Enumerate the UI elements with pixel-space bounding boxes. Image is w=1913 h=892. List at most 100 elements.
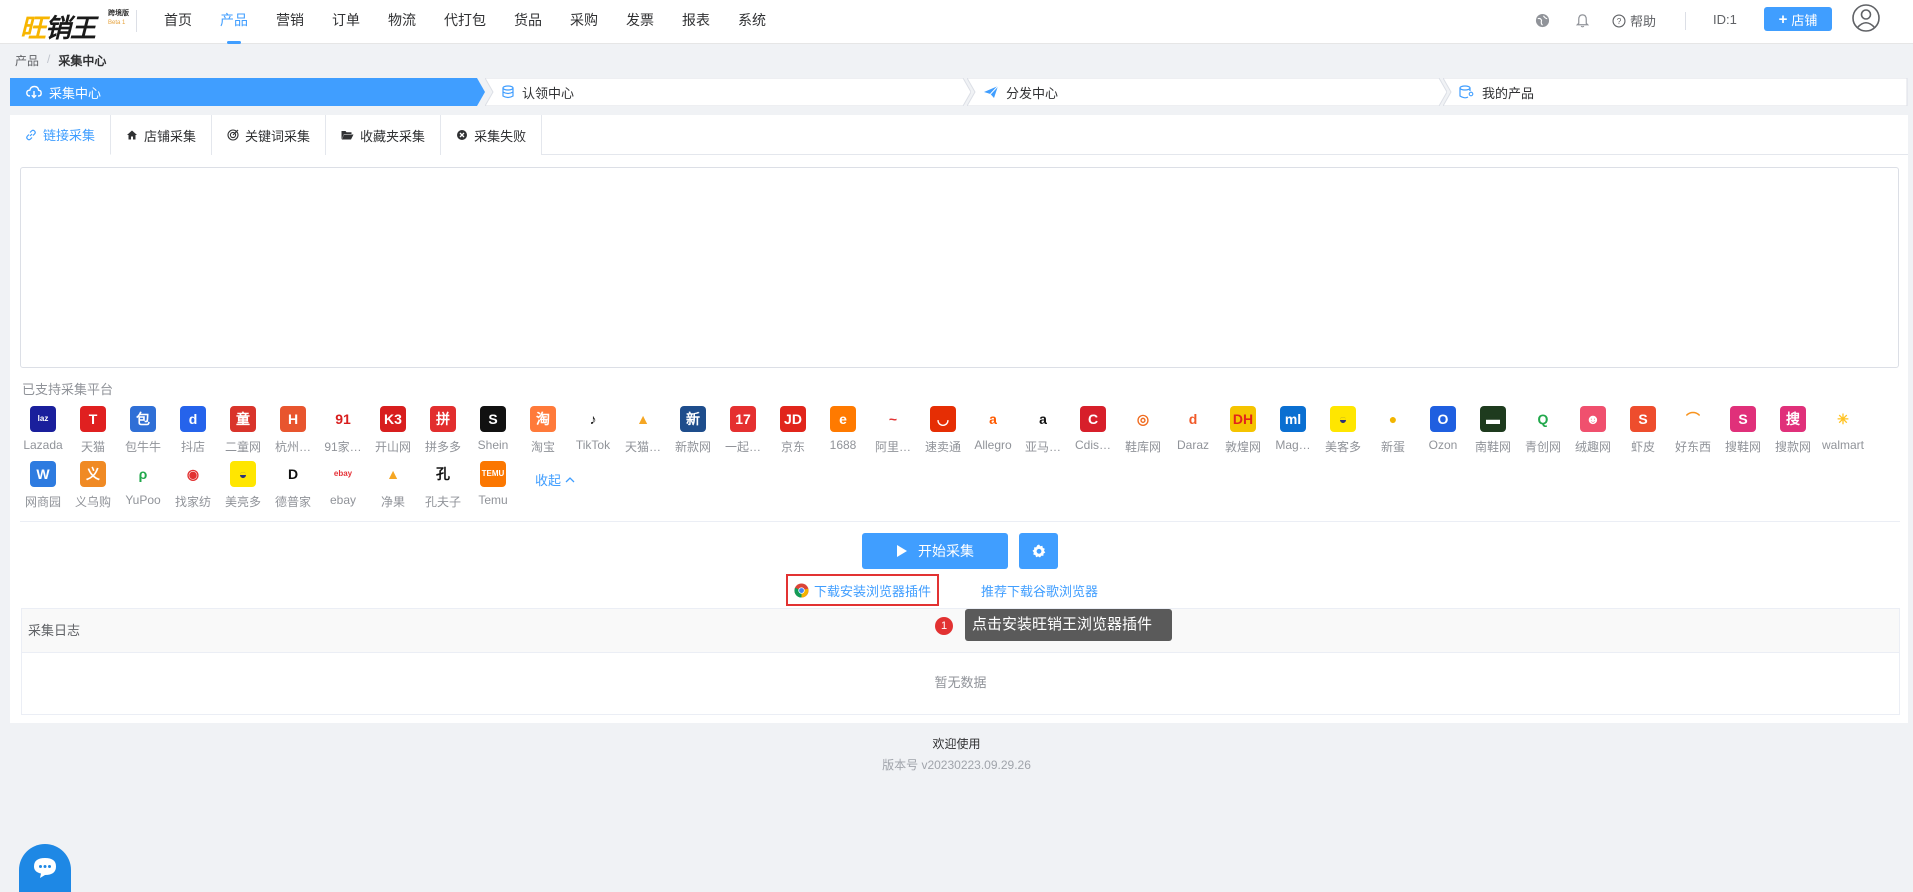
platform-item[interactable]: D 德普家 <box>270 461 316 511</box>
download-plugin-link[interactable]: 下载安装浏览器插件 <box>786 574 939 606</box>
platform-item[interactable]: ◎ 鞋库网 <box>1120 406 1166 456</box>
empty-state-text: 暂无数据 <box>934 675 987 690</box>
step-label: 分发中心 <box>1006 85 1059 101</box>
platform-item[interactable]: 新新款网 <box>670 406 716 456</box>
settings-button[interactable] <box>1019 533 1058 569</box>
platform-item[interactable]: ◒ 美客多 <box>1320 406 1366 456</box>
collect-log-table: 采集日志 暂无数据 <box>21 608 1900 715</box>
nav-item[interactable]: 系统 <box>724 0 780 44</box>
tab-keyword[interactable]: 关键词采集 <box>212 115 327 155</box>
platform-item[interactable]: C Cdis… <box>1070 406 1116 456</box>
platform-item[interactable]: 拼拼多多 <box>420 406 466 456</box>
help-link[interactable]: ? 帮助 <box>1612 11 1656 30</box>
nav-item[interactable]: 代打包 <box>430 0 500 44</box>
platform-name: Temu <box>478 493 508 507</box>
platform-item[interactable]: ⌒ 好东西 <box>1670 406 1716 456</box>
bell-icon[interactable] <box>1572 10 1592 30</box>
step-my-products[interactable]: 我的产品 <box>1443 78 1908 106</box>
step-claim-center[interactable]: 认领中心 <box>485 78 971 106</box>
platform-item[interactable]: JD 京东 <box>770 406 816 456</box>
nav-item[interactable]: 物流 <box>374 0 430 44</box>
tab-shop[interactable]: 店铺采集 <box>111 115 213 155</box>
platform-name: 新蛋 <box>1380 440 1405 454</box>
platform-item[interactable]: S 虾皮 <box>1620 406 1666 456</box>
platform-item[interactable]: ▲ 净果 <box>370 461 416 511</box>
platform-item[interactable]: 91 91家… <box>320 406 366 456</box>
start-collect-button[interactable]: 开始采集 <box>862 533 1008 569</box>
platform-name: 京东 <box>780 440 805 454</box>
platform-item[interactable]: 17 一起… <box>720 406 766 456</box>
tab-label: 关键词采集 <box>245 128 311 144</box>
platform-item[interactable]: 淘淘宝 <box>520 406 566 456</box>
platform-item[interactable]: DH 敦煌网 <box>1220 406 1266 456</box>
platform-item[interactable]: T 天猫 <box>70 406 116 456</box>
platform-item[interactable]: e 1688 <box>820 406 866 456</box>
platform-item[interactable]: ✳ walmart <box>1820 406 1866 456</box>
nav-item[interactable]: 产品 <box>206 0 262 44</box>
tab-failed[interactable]: 采集失败 <box>441 115 543 155</box>
chat-support-button[interactable] <box>19 844 71 892</box>
step-collect-center[interactable]: 采集中心 <box>10 78 485 106</box>
nav-item[interactable]: 报表 <box>668 0 724 44</box>
platform-item[interactable]: ◡ 速卖通 <box>920 406 966 456</box>
platform-name: 德普家 <box>274 495 311 509</box>
add-shop-button[interactable]: + 店铺 <box>1764 7 1832 31</box>
platform-item[interactable]: ρ YuPoo <box>120 461 166 511</box>
nav-item[interactable]: 采购 <box>556 0 612 44</box>
user-avatar-icon[interactable] <box>1851 3 1881 33</box>
globe-icon[interactable] <box>1532 10 1552 30</box>
platform-item[interactable]: K3 开山网 <box>370 406 416 456</box>
platform-item[interactable]: H 杭州… <box>270 406 316 456</box>
nav-item[interactable]: 首页 <box>150 0 206 44</box>
platform-name: 抖店 <box>180 440 205 454</box>
platform-item[interactable]: 义义乌购 <box>70 461 116 511</box>
platform-item[interactable]: ◉ 找家纺 <box>170 461 216 511</box>
platform-logo-icon: DH <box>1230 406 1256 432</box>
step-distribute-center[interactable]: 分发中心 <box>967 78 1447 106</box>
platform-item[interactable]: 搜搜款网 <box>1770 406 1816 456</box>
platform-item[interactable]: 包包牛牛 <box>120 406 166 456</box>
platform-name: TikTok <box>575 438 611 452</box>
platform-item[interactable]: d Daraz <box>1170 406 1216 456</box>
platform-item[interactable]: d 抖店 <box>170 406 216 456</box>
logo-edition: 跨境版 <box>108 10 129 17</box>
nav-item[interactable]: 订单 <box>318 0 374 44</box>
breadcrumb-root[interactable]: 产品 <box>15 52 39 69</box>
platform-item[interactable]: ▬ 南鞋网 <box>1470 406 1516 456</box>
send-icon <box>984 85 999 98</box>
platform-item[interactable]: 童二童网 <box>220 406 266 456</box>
platform-item[interactable]: ♪ TikTok <box>570 406 616 456</box>
link-input-textarea[interactable] <box>20 167 1899 368</box>
platform-item[interactable]: 孔孔夫子 <box>420 461 466 511</box>
platform-item[interactable]: ☻ 绒趣网 <box>1570 406 1616 456</box>
platform-item[interactable]: ▲ 天猫… <box>620 406 666 456</box>
app-logo[interactable]: 旺销王 跨境版 Beta 1 <box>16 6 136 44</box>
recommend-chrome-link[interactable]: 推荐下载谷歌浏览器 <box>981 581 1098 600</box>
platform-item[interactable]: laz Lazada <box>20 406 66 456</box>
tab-label: 店铺采集 <box>144 128 197 144</box>
platform-item[interactable]: ◒ 美亮多 <box>220 461 266 511</box>
platform-item[interactable]: TEMU Temu <box>470 461 516 511</box>
platform-item[interactable]: O Ozon <box>1420 406 1466 456</box>
tab-link[interactable]: 链接采集 <box>10 115 112 155</box>
platform-item[interactable]: Q 青创网 <box>1520 406 1566 456</box>
platform-logo-icon: 孔 <box>430 461 456 487</box>
platform-item[interactable]: S Shein <box>470 406 516 456</box>
platform-name: 二童网 <box>224 440 261 454</box>
platform-logo-icon: 91 <box>330 406 356 432</box>
platform-logo-icon: ml <box>1280 406 1306 432</box>
nav-item[interactable]: 货品 <box>500 0 556 44</box>
platform-item[interactable]: a 亚马… <box>1020 406 1066 456</box>
platform-name: walmart <box>1821 438 1864 452</box>
tab-favorites[interactable]: 收藏夹采集 <box>326 115 442 155</box>
platform-item[interactable]: ebay ebay <box>320 461 366 511</box>
platform-item[interactable]: S 搜鞋网 <box>1720 406 1766 456</box>
platform-item[interactable]: ● 新蛋 <box>1370 406 1416 456</box>
platform-item[interactable]: a Allegro <box>970 406 1016 456</box>
nav-item[interactable]: 发票 <box>612 0 668 44</box>
platform-item[interactable]: ml Mag… <box>1270 406 1316 456</box>
collapse-platforms-link[interactable]: 收起 <box>535 470 575 489</box>
nav-item[interactable]: 营销 <box>262 0 318 44</box>
platform-item[interactable]: W 网商园 <box>20 461 66 511</box>
platform-item[interactable]: ~ 阿里… <box>870 406 916 456</box>
